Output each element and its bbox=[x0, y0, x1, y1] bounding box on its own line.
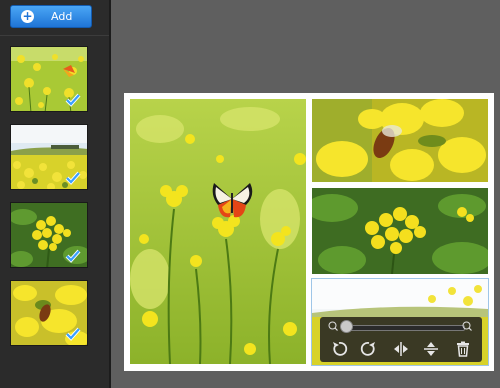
butterfly-photo bbox=[130, 99, 306, 364]
flower-cluster-photo bbox=[312, 188, 488, 274]
collage-cell-flower-cluster[interactable] bbox=[312, 188, 488, 274]
collage-cell-bee[interactable] bbox=[312, 99, 488, 182]
bee-photo bbox=[312, 99, 488, 182]
add-button-label: Add bbox=[51, 10, 73, 23]
thumbnail-flower-cluster[interactable] bbox=[10, 202, 88, 268]
plus-icon: + bbox=[21, 9, 34, 23]
rotate-left-icon[interactable] bbox=[330, 340, 348, 358]
flip-vertical-icon[interactable] bbox=[422, 340, 440, 358]
sidebar: + Add bbox=[0, 0, 111, 388]
sidebar-divider bbox=[0, 35, 109, 36]
checkmark-icon bbox=[65, 93, 81, 107]
thumbnail-bee[interactable] bbox=[10, 280, 88, 346]
flip-horizontal-icon[interactable] bbox=[392, 340, 410, 358]
zoom-slider-handle[interactable] bbox=[340, 320, 353, 333]
delete-icon[interactable] bbox=[454, 340, 472, 358]
checkmark-icon bbox=[65, 171, 81, 185]
thumbnail-butterfly[interactable] bbox=[10, 46, 88, 112]
zoom-out-icon[interactable] bbox=[328, 321, 338, 331]
rotate-right-icon[interactable] bbox=[360, 340, 378, 358]
checkmark-icon bbox=[65, 249, 81, 263]
add-button[interactable]: + Add bbox=[10, 5, 92, 28]
zoom-in-icon[interactable] bbox=[462, 321, 472, 331]
zoom-slider[interactable] bbox=[341, 325, 465, 331]
thumbnail-field[interactable] bbox=[10, 124, 88, 190]
checkmark-icon bbox=[65, 327, 81, 341]
collage-cell-butterfly[interactable] bbox=[130, 99, 306, 364]
image-edit-toolbar bbox=[320, 317, 482, 362]
